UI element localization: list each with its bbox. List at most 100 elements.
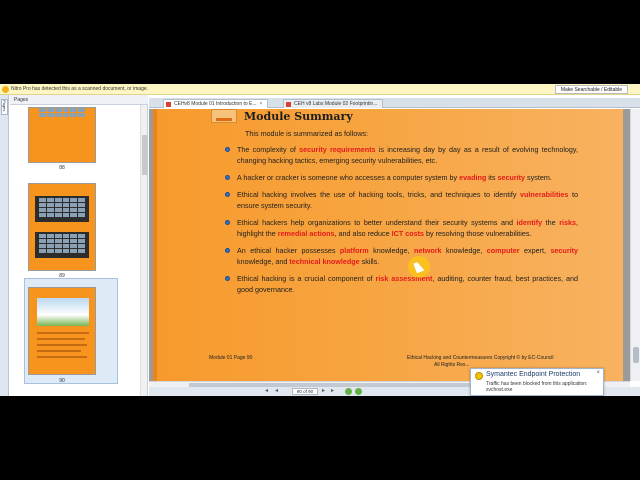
- summary-bullet: A hacker or cracker is someone who acces…: [223, 172, 578, 183]
- pdf-icon: [166, 102, 171, 107]
- bullet-text: by resolving those vulnerabilities.: [424, 229, 532, 238]
- notification-body: Traffic has been blocked from this appli…: [486, 381, 602, 393]
- scrollbar-thumb[interactable]: [142, 135, 147, 175]
- thumbnail-text-line: [37, 338, 85, 340]
- highlighted-term: risks: [559, 218, 576, 227]
- highlighted-term: technical knowledge: [289, 257, 360, 266]
- scanned-document-infobar: Nitro Pro has detected this as a scanned…: [0, 84, 640, 95]
- last-page-icon[interactable]: ▸: [331, 388, 340, 395]
- summary-bullet: Ethical hackers help organizations to be…: [223, 217, 578, 239]
- bullet-text: the: [542, 218, 560, 227]
- pdf-icon: [286, 102, 291, 107]
- highlighted-term: platform: [339, 246, 369, 255]
- thumbnail-text-line: [37, 344, 87, 346]
- bullet-text: Ethical hackers help organizations to be…: [237, 218, 517, 227]
- bullet-icon: [225, 248, 230, 253]
- page-thumbnail-88[interactable]: [28, 107, 96, 163]
- thumbnail-image-grid: [39, 198, 85, 217]
- bullet-icon: [225, 276, 230, 281]
- warning-icon: [2, 86, 9, 93]
- nitro-pro-window: Nitro Pro has detected this as a scanned…: [0, 84, 640, 396]
- first-page-icon[interactable]: ◂: [265, 388, 274, 395]
- thumbnail-image-grid: [39, 108, 85, 117]
- bullet-text: knowledge, and: [237, 257, 290, 266]
- bullet-text: Ethical hacking is a crucial component o…: [237, 274, 376, 283]
- bullet-text: system.: [525, 173, 552, 182]
- bullet-text: The complexity of: [237, 145, 300, 154]
- bullet-icon: [225, 192, 230, 197]
- bullet-text: A hacker or cracker is someone who acces…: [237, 173, 460, 182]
- bullet-icon: [225, 147, 230, 152]
- bullet-text: , and also reduce: [334, 229, 392, 238]
- highlighted-term: evading: [459, 173, 487, 182]
- thumbnail-image-grid: [39, 234, 85, 253]
- bullet-text: expert,: [519, 246, 551, 255]
- summary-bullet-list: The complexity of security requirements …: [223, 144, 578, 301]
- thumbnail-label: 88: [59, 165, 65, 171]
- pages-panel-scrollbar[interactable]: [140, 105, 147, 396]
- thumbnail-image-block: [37, 298, 89, 326]
- bullet-text: Ethical hacking involves the use of hack…: [237, 190, 521, 199]
- symantec-shield-icon: [475, 372, 483, 380]
- page-footer-left: Module 01 Page 90: [209, 355, 253, 361]
- highlighted-term: network: [413, 246, 442, 255]
- highlighted-term: security: [550, 246, 579, 255]
- document-viewport[interactable]: Module Summary This module is summarized…: [149, 109, 630, 381]
- highlighted-term: vulnerabilities: [520, 190, 569, 199]
- page-number-input[interactable]: 90 of 90: [292, 388, 318, 395]
- bullet-text: skills.: [359, 257, 380, 266]
- tab-ceh-v8-labs-module-02[interactable]: CEH v8 Labs Module 02 Footprintin...: [283, 99, 384, 108]
- left-rail: Pages: [0, 95, 9, 396]
- notification-line: svchost.exe: [486, 387, 513, 393]
- tab-cehv8-module-01[interactable]: CEHv8 Module 01 Introduction to E... ×: [163, 99, 269, 108]
- summary-bullet: An ethical hacker possesses platform kno…: [223, 245, 578, 267]
- page-left-band: [153, 109, 157, 381]
- next-page-icon[interactable]: ▸: [322, 388, 331, 395]
- page-footer-rights: All Rights Res...: [434, 362, 470, 368]
- scrollbar-thumb[interactable]: [633, 347, 639, 363]
- highlighted-term: computer: [486, 246, 520, 255]
- bullet-icon: [225, 220, 230, 225]
- page-thumbnail-89[interactable]: [28, 183, 96, 271]
- close-tab-icon[interactable]: ×: [260, 101, 263, 107]
- summary-bullet: Ethical hacking involves the use of hack…: [223, 189, 578, 211]
- go-forward-icon[interactable]: [355, 388, 362, 395]
- document-tabbar: CEHv8 Module 01 Introduction to E... × CE…: [149, 98, 640, 108]
- bullet-text: knowledge,: [441, 246, 487, 255]
- summary-bullet: The complexity of security requirements …: [223, 144, 578, 166]
- close-notification-icon[interactable]: ×: [596, 370, 600, 376]
- pages-rail-tab[interactable]: Pages: [1, 99, 8, 115]
- pages-panel: Pages 88 89 90: [10, 95, 148, 396]
- thumbnail-text-line: [37, 350, 81, 352]
- pages-panel-title: Pages: [10, 95, 148, 105]
- screen: Nitro Pro has detected this as a scanned…: [0, 0, 640, 480]
- go-back-icon[interactable]: [345, 388, 352, 395]
- vertical-scrollbar[interactable]: [630, 109, 640, 381]
- page-thumbnail-90[interactable]: [28, 287, 96, 375]
- summary-bullet: Ethical hacking is a crucial component o…: [223, 273, 578, 295]
- bullet-text: knowledge,: [368, 246, 414, 255]
- infobar-message: Nitro Pro has detected this as a scanned…: [11, 86, 149, 92]
- bullet-text: An ethical hacker possesses: [237, 246, 340, 255]
- thumbnail-label: 90: [59, 378, 65, 384]
- bullet-icon: [225, 175, 230, 180]
- highlighted-term: remedial actions: [277, 229, 335, 238]
- highlighted-term: identify: [516, 218, 543, 227]
- highlighted-term: security: [497, 173, 526, 182]
- page-title: Module Summary: [244, 110, 353, 123]
- highlighted-term: security requirements: [299, 145, 376, 154]
- intro-text: This module is summarized as follows:: [245, 129, 369, 138]
- make-searchable-button[interactable]: Make Searchable / Editable: [554, 85, 628, 94]
- document-page: Module Summary This module is summarized…: [153, 109, 623, 381]
- previous-page-icon[interactable]: ◂: [275, 388, 284, 395]
- thumbnail-text-line: [37, 356, 87, 358]
- thumbnail-text-line: [37, 332, 89, 334]
- page-footer-copyright: Ethical Hacking and Countermeasures Copy…: [407, 355, 554, 361]
- highlighted-term: ICT costs: [391, 229, 424, 238]
- tab-label: CEH v8 Labs Module 02 Footprintin...: [294, 101, 378, 107]
- symantec-notification[interactable]: Symantec Endpoint Protection × Traffic h…: [470, 368, 604, 396]
- tab-label: CEHv8 Module 01 Introduction to E...: [174, 101, 257, 107]
- notification-title: Symantec Endpoint Protection: [486, 371, 581, 378]
- bullet-text: its: [486, 173, 498, 182]
- module-logo: [211, 109, 237, 123]
